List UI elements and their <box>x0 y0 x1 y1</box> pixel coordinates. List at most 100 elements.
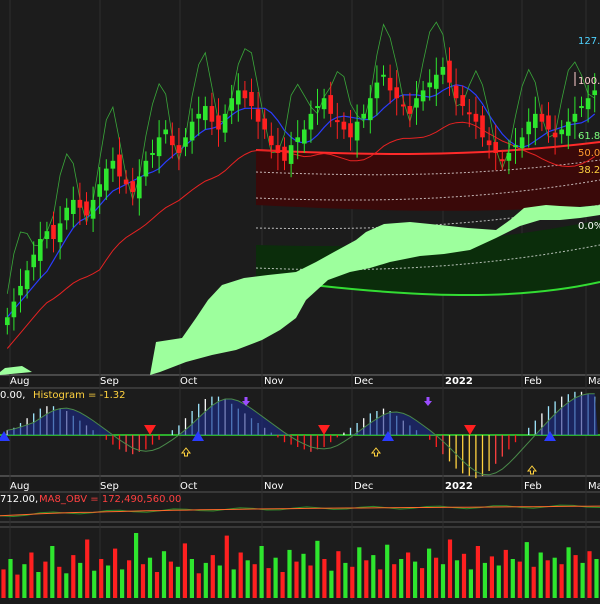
volume-bar <box>594 559 599 598</box>
volume-bar <box>1 569 6 598</box>
volume-bar <box>210 555 215 598</box>
volume-bar <box>301 553 306 598</box>
candle-body <box>24 270 30 290</box>
candle-body <box>499 159 505 162</box>
volume-bar <box>168 561 173 598</box>
candle-body <box>381 74 386 77</box>
candle-body <box>163 129 169 135</box>
candle-body <box>341 121 347 130</box>
obv-legend-ma: MA8_OBV = 172,490,560.00 <box>39 494 181 505</box>
candle-body <box>407 106 413 114</box>
candle-body <box>103 168 109 191</box>
candle-body <box>183 137 188 147</box>
volume-bar <box>378 569 383 598</box>
macd-legend-value: 0.00, <box>0 390 25 401</box>
candle-body <box>216 115 221 130</box>
volume-bar <box>175 566 180 598</box>
volume-bar <box>468 569 473 598</box>
candle-body <box>255 109 261 122</box>
volume-bar <box>161 551 167 598</box>
candle-body <box>18 285 23 296</box>
volume-bar <box>461 553 467 598</box>
volume-bar <box>231 569 236 598</box>
macd-legend-histogram: Histogram = -1.32 <box>33 390 126 401</box>
volume-bar <box>413 561 418 598</box>
volume-bar <box>217 565 222 598</box>
volume-bar <box>573 555 578 598</box>
x-axis-label: 2022 <box>445 376 473 387</box>
x-axis-label: Aug <box>10 481 30 492</box>
x-axis-label: Oct <box>180 481 197 492</box>
volume-bar <box>322 559 327 598</box>
candle-body <box>249 91 254 107</box>
candle-body <box>57 223 63 243</box>
candle-body <box>572 113 578 122</box>
candle-body <box>295 137 301 143</box>
candle-body <box>526 121 532 135</box>
candle-body <box>473 113 479 122</box>
candle-body <box>235 90 241 105</box>
candle-body <box>123 179 129 185</box>
candle-body <box>546 115 551 130</box>
candle-body <box>288 145 294 164</box>
candle-body <box>486 140 492 146</box>
candle-body <box>282 146 287 161</box>
candle-body <box>31 254 37 268</box>
candle-body <box>242 90 248 99</box>
volume-bar <box>71 555 76 598</box>
volume-bar <box>22 564 27 598</box>
y-axis-label: 127.2 <box>578 36 600 47</box>
candle-body <box>136 176 142 199</box>
candle-body <box>4 317 10 326</box>
volume-bar <box>36 572 41 598</box>
macd-legend: 0.00, Histogram = -1.32 <box>0 390 126 401</box>
volume-bar <box>196 573 201 598</box>
candle-body <box>585 98 591 110</box>
volume-bar <box>294 561 299 598</box>
volume-bar <box>106 565 111 598</box>
candle-body <box>559 129 565 135</box>
candle-body <box>97 184 103 197</box>
volume-bar <box>224 535 229 598</box>
volume-bar <box>482 562 487 598</box>
volume-bar <box>147 557 153 598</box>
volume-bar <box>475 546 480 598</box>
candle-body <box>70 199 76 214</box>
candle-body <box>229 98 235 111</box>
candle-body <box>308 113 314 130</box>
volume-bar <box>15 574 20 598</box>
volume-bar <box>43 561 48 598</box>
x-axis-label: Ma <box>588 376 600 387</box>
y-axis-label: 38.2 <box>578 165 600 176</box>
candle-body <box>315 106 320 109</box>
volume-bar <box>134 533 139 598</box>
candle-body <box>334 120 340 123</box>
candle-body <box>460 95 466 107</box>
candle-body <box>189 121 195 141</box>
volume-bar <box>336 551 341 598</box>
volume-bar <box>113 548 118 598</box>
candle-body <box>592 90 598 96</box>
candle-body <box>110 160 116 169</box>
volume-bar <box>203 562 208 598</box>
volume-bar <box>440 564 446 598</box>
candle-body <box>117 154 122 177</box>
volume-bar <box>559 564 564 598</box>
candle-body <box>150 152 155 155</box>
candle-body <box>394 87 400 99</box>
candle-body <box>44 231 50 240</box>
volume-bar <box>427 548 432 598</box>
volume-bar <box>287 549 292 598</box>
x-axis-label: Dec <box>354 481 373 492</box>
candle-body <box>453 85 459 99</box>
candle-body <box>374 82 380 99</box>
candle-body <box>202 106 208 121</box>
volume-bar <box>392 564 397 598</box>
candle-body <box>447 60 452 83</box>
volume-bar <box>503 549 508 598</box>
volume-bar <box>364 560 369 598</box>
candle-body <box>222 113 228 133</box>
volume-bar <box>371 555 376 598</box>
volume-bar <box>454 560 460 598</box>
volume-bar <box>127 560 132 598</box>
